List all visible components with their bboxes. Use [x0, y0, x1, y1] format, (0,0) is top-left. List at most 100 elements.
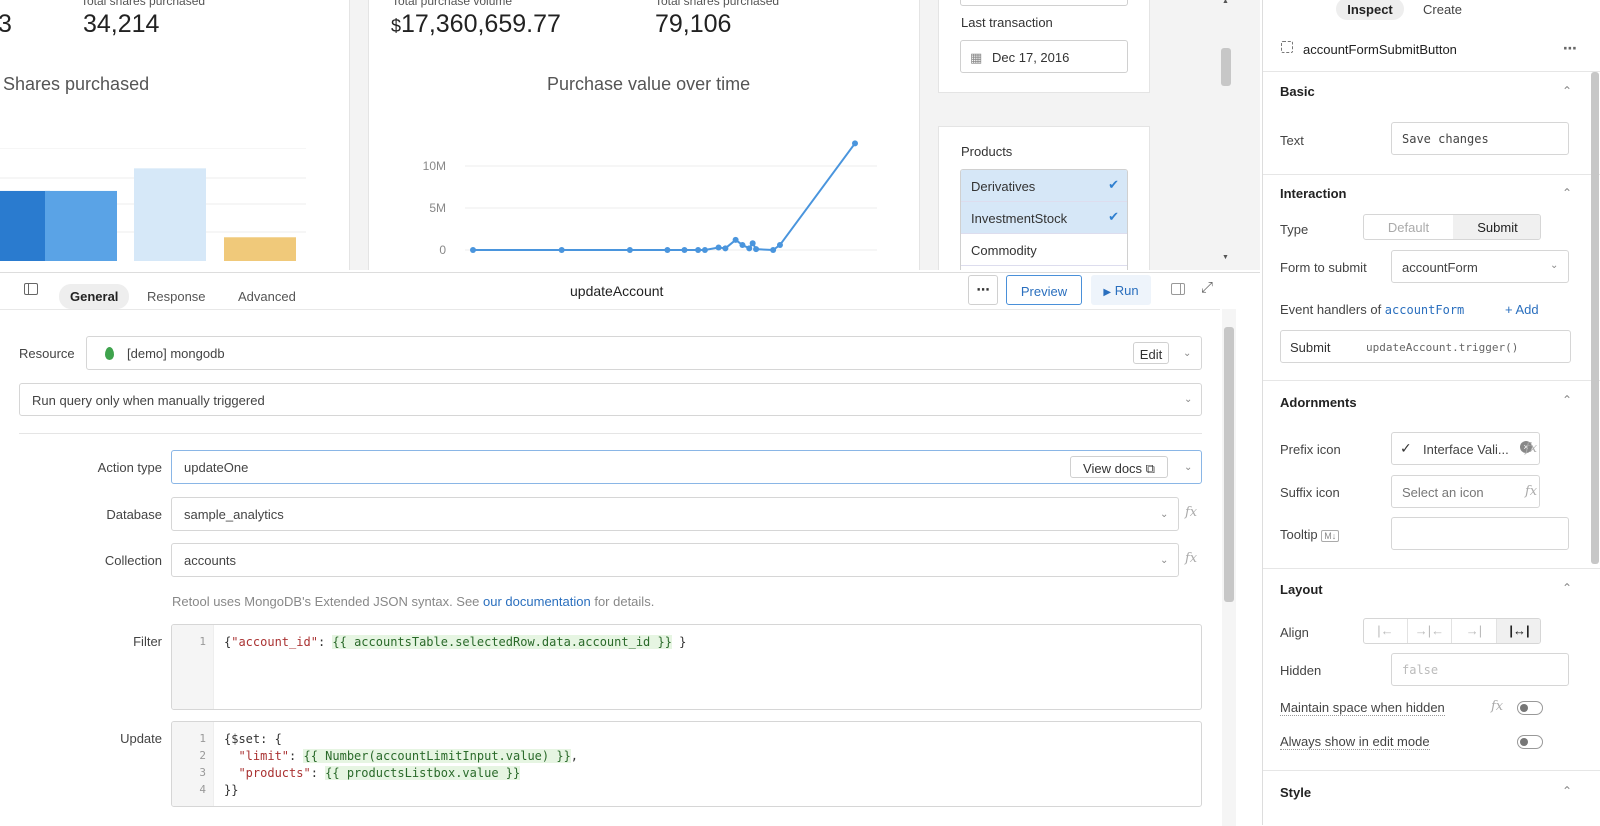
form-to-submit-select[interactable]: accountForm ⌄ — [1391, 250, 1569, 283]
update-code-editor[interactable]: 1 {$set: { 2 "limit": {{ Number(accountL… — [171, 721, 1202, 807]
align-segmented-control[interactable]: |← →|← →| |↔| — [1363, 618, 1541, 644]
preview-button[interactable]: Preview — [1006, 275, 1082, 305]
tab-create[interactable]: Create — [1423, 2, 1462, 17]
help-suffix: for details. — [590, 594, 655, 609]
suffix-icon-select[interactable]: Select an icon — [1391, 475, 1540, 508]
data-point — [695, 247, 702, 253]
canvas-scrollbar-track[interactable]: ▲ ▼ — [1218, 0, 1234, 265]
listbox-item-investmentstock[interactable]: InvestmentStock ✔ — [961, 202, 1127, 234]
event-handler-row[interactable]: Submit updateAccount.trigger() — [1280, 330, 1571, 363]
scroll-down-arrow-icon[interactable]: ▼ — [1222, 254, 1229, 261]
chevron-down-icon: ⌄ — [1550, 260, 1559, 271]
maintain-space-toggle[interactable] — [1517, 701, 1543, 715]
code-token: } — [671, 635, 687, 649]
fx-icon[interactable]: fx — [1525, 441, 1537, 456]
type-segmented-control[interactable]: Default Submit — [1363, 214, 1541, 240]
sidebar-layout-icon[interactable] — [1171, 283, 1185, 295]
align-center-icon[interactable]: →|← — [1408, 619, 1452, 643]
listbox-item-commodity[interactable]: Commodity — [961, 234, 1127, 266]
code-line[interactable]: "limit": {{ Number(accountLimitInput.val… — [224, 749, 578, 763]
align-label: Align — [1280, 625, 1309, 640]
section-layout-header[interactable]: Layout — [1280, 582, 1323, 597]
align-right-icon[interactable]: →| — [1452, 619, 1497, 643]
resource-select[interactable]: [demo] mongodb Edit ⌄ — [86, 336, 1202, 370]
scroll-up-arrow-icon[interactable]: ▲ — [1222, 0, 1229, 5]
tab-advanced[interactable]: Advanced — [227, 284, 307, 309]
fx-icon[interactable]: fx — [1185, 551, 1197, 566]
code-line[interactable]: {$set: { — [224, 732, 282, 746]
collection-select[interactable]: accounts ⌄ — [171, 543, 1179, 577]
documentation-link[interactable]: our documentation — [483, 594, 591, 609]
shares-bar-chart — [0, 148, 306, 261]
data-point — [753, 246, 760, 253]
code-line[interactable]: }} — [224, 783, 238, 797]
component-cursor-icon — [1281, 41, 1293, 53]
query-name[interactable]: updateAccount — [570, 283, 663, 299]
section-adornments-header[interactable]: Adornments — [1280, 395, 1357, 410]
bar — [224, 237, 296, 261]
prefix-icon-value: Interface Vali... — [1423, 442, 1509, 457]
chevron-up-icon[interactable]: ⌃ — [1562, 581, 1572, 595]
run-button[interactable]: ▶ Run — [1091, 275, 1151, 305]
event-handlers-form-link[interactable]: accountForm — [1385, 303, 1464, 317]
section-interaction-header[interactable]: Interaction — [1280, 186, 1346, 201]
tab-response[interactable]: Response — [136, 284, 217, 309]
component-more-button[interactable]: ⋯ — [1563, 40, 1577, 57]
add-event-handler-button[interactable]: + Add — [1505, 302, 1539, 317]
align-stretch-icon[interactable]: |↔| — [1497, 619, 1540, 643]
expand-icon[interactable]: ⤢ — [1201, 279, 1213, 296]
view-docs-button[interactable]: View docs ⧉ — [1070, 456, 1168, 478]
code-token: "products" — [238, 766, 311, 780]
products-listbox[interactable]: Derivatives ✔ InvestmentStock ✔ Commodity — [960, 169, 1128, 270]
suffix-icon-label: Suffix icon — [1280, 485, 1340, 500]
tab-general[interactable]: General — [59, 284, 130, 309]
chevron-up-icon[interactable]: ⌃ — [1562, 784, 1572, 798]
prefix-icon-select[interactable]: ✓ Interface Vali... × — [1391, 432, 1540, 465]
listbox-item-derivatives[interactable]: Derivatives ✔ — [961, 170, 1127, 202]
action-type-select[interactable]: updateOne View docs ⧉ ⌄ — [171, 450, 1202, 484]
inspector-scrollbar-thumb[interactable] — [1591, 72, 1599, 564]
database-select[interactable]: sample_analytics ⌄ — [171, 497, 1179, 531]
section-divider — [1263, 71, 1600, 72]
resource-value: [demo] mongodb — [127, 346, 225, 361]
hidden-input[interactable]: false — [1391, 653, 1569, 686]
code-line[interactable]: "products": {{ productsListbox.value }} — [224, 766, 521, 780]
section-style-header[interactable]: Style — [1280, 785, 1311, 800]
fx-icon[interactable]: fx — [1525, 484, 1537, 499]
fx-icon[interactable]: fx — [1491, 699, 1503, 714]
text-label: Text — [1280, 133, 1304, 148]
fx-icon[interactable]: fx — [1185, 505, 1197, 520]
chevron-up-icon[interactable]: ⌃ — [1562, 84, 1572, 98]
tooltip-input[interactable] — [1391, 517, 1569, 550]
data-point — [732, 236, 739, 243]
shares-owned-value: 34,214 — [83, 10, 160, 38]
mongodb-leaf-icon — [105, 347, 114, 360]
align-left-icon[interactable]: |← — [1364, 619, 1408, 643]
more-options-button[interactable]: ⋯ — [968, 275, 998, 305]
section-basic-header[interactable]: Basic — [1280, 84, 1315, 99]
code-line[interactable]: {"account_id": {{ accountsTable.selected… — [224, 635, 686, 649]
chevron-up-icon[interactable]: ⌃ — [1562, 393, 1572, 407]
code-token: "limit" — [238, 749, 290, 763]
text-input[interactable]: Save changes — [1391, 122, 1569, 155]
component-name[interactable]: accountFormSubmitButton — [1303, 42, 1457, 57]
always-show-toggle[interactable] — [1517, 735, 1543, 749]
query-scrollbar-thumb[interactable] — [1224, 327, 1234, 602]
type-option-submit[interactable]: Submit — [1453, 215, 1540, 239]
chevron-up-icon[interactable]: ⌃ — [1562, 186, 1572, 200]
previous-field[interactable] — [960, 0, 1128, 6]
tab-inspect[interactable]: Inspect — [1336, 0, 1404, 20]
products-card: Products Derivatives ✔ InvestmentStock ✔ C… — [938, 126, 1150, 270]
panel-toggle-icon[interactable] — [24, 283, 38, 295]
data-point — [722, 245, 729, 252]
trigger-select[interactable]: Run query only when manually triggered ⌄ — [19, 383, 1202, 416]
last-transaction-date-input[interactable]: ▦ Dec 17, 2016 — [960, 40, 1128, 73]
resource-edit-button[interactable]: Edit — [1133, 342, 1169, 364]
query-scrollbar-track[interactable] — [1222, 309, 1236, 826]
filter-code-editor[interactable]: 1 {"account_id": {{ accountsTable.select… — [171, 624, 1202, 710]
type-option-default[interactable]: Default — [1364, 215, 1453, 239]
canvas-scrollbar-thumb[interactable] — [1221, 48, 1231, 86]
chart-title: Shares purchased — [3, 74, 150, 94]
purchase-line-chart: 10M 5M 0 — [423, 140, 877, 257]
